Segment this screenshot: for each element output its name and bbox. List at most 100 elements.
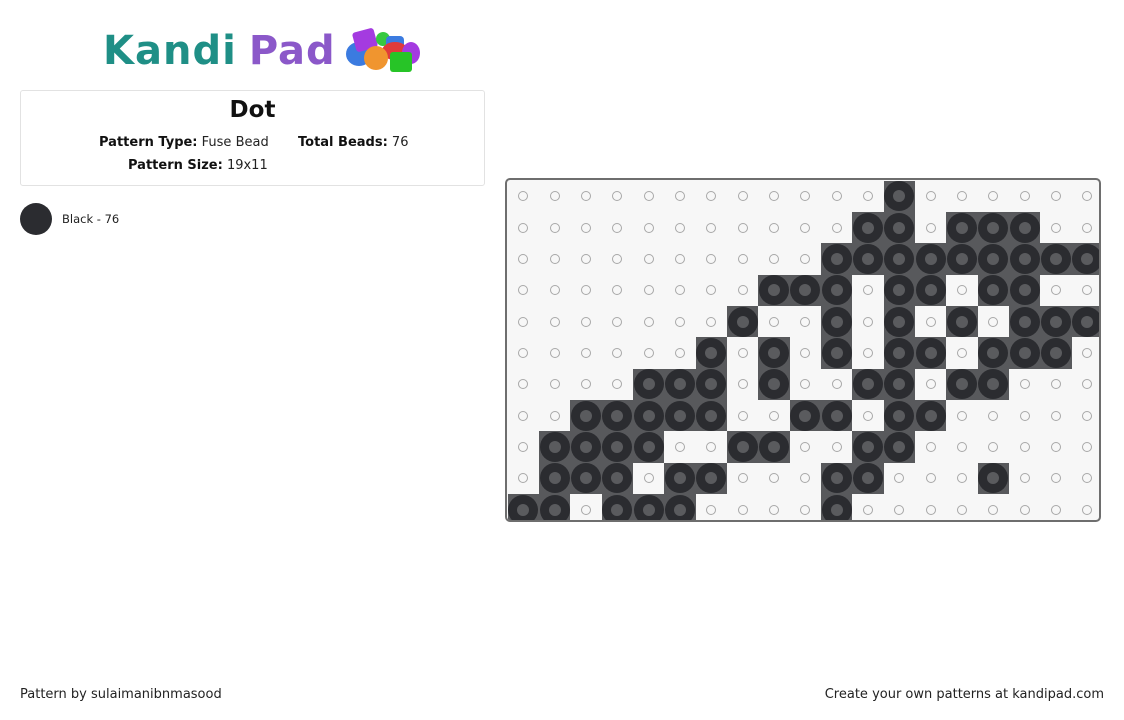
bead-cell-empty	[633, 306, 664, 337]
bead-cell-empty	[727, 181, 758, 212]
color-swatch-black	[20, 203, 52, 235]
pattern-size-value: 19x11	[226, 158, 268, 173]
empty-peg	[1082, 473, 1093, 484]
bead	[1009, 212, 1040, 243]
bead-cell-empty	[570, 181, 601, 212]
empty-peg	[800, 347, 811, 358]
bead	[758, 337, 789, 368]
empty-peg	[831, 441, 842, 452]
empty-peg	[894, 504, 905, 515]
bead	[978, 463, 1009, 494]
bead-hole	[767, 440, 780, 453]
bead-cell-empty	[664, 337, 695, 368]
empty-peg	[1051, 222, 1062, 233]
bead	[727, 431, 758, 462]
empty-peg	[643, 316, 654, 327]
bead	[947, 212, 978, 243]
empty-peg	[800, 379, 811, 390]
bead-cell-filled	[883, 243, 916, 275]
bead-hole	[705, 409, 718, 422]
bead-cell-empty	[696, 494, 727, 520]
bead	[758, 369, 789, 400]
empty-peg	[1051, 441, 1062, 452]
bead-cell-empty	[602, 181, 633, 212]
total-beads-value: 76	[391, 135, 409, 150]
bead-cell-empty	[1072, 369, 1099, 400]
bead-cell-filled	[946, 211, 978, 244]
bead-hole	[956, 221, 969, 234]
bead-cell-empty	[1072, 431, 1099, 462]
bead	[915, 243, 946, 274]
bead-cell-empty	[727, 243, 758, 274]
bead-cell-filled	[883, 431, 916, 463]
bead-cell-empty	[758, 181, 789, 212]
bead-hole	[705, 346, 718, 359]
bead-cell-empty	[508, 181, 539, 212]
bead-hole	[642, 503, 655, 516]
bead-cell-filled	[570, 462, 602, 495]
empty-peg	[1082, 441, 1093, 452]
bead-cell-empty	[664, 181, 695, 212]
empty-peg	[863, 316, 874, 327]
empty-peg	[768, 222, 779, 233]
bead-cell-filled	[601, 431, 633, 463]
bead-cell-empty	[1009, 400, 1040, 431]
bead-hole	[673, 378, 686, 391]
bead-cell-empty	[915, 181, 946, 212]
bead-cell-filled	[632, 494, 665, 520]
bead-hole	[830, 409, 843, 422]
bead-cell-empty	[539, 400, 570, 431]
bead-cell-filled	[664, 494, 696, 520]
color-legend-item: Black - 76	[20, 203, 119, 235]
empty-peg	[1082, 504, 1093, 515]
bead-hole	[956, 378, 969, 391]
bead-cell-empty	[915, 463, 946, 494]
empty-peg	[518, 222, 529, 233]
empty-peg	[612, 347, 623, 358]
empty-peg	[643, 473, 654, 484]
bead-cell-empty	[852, 306, 883, 337]
bead-cell-empty	[696, 275, 727, 306]
bead-cell-empty	[1072, 463, 1099, 494]
pattern-size: Pattern Size: 19x11	[128, 158, 268, 173]
empty-peg	[518, 316, 529, 327]
bead-cell-empty	[790, 369, 821, 400]
bead-cell-empty	[758, 400, 789, 431]
bead-cell-filled	[883, 180, 916, 212]
bead-cell-empty	[570, 494, 601, 520]
bead-cell-filled	[538, 462, 571, 495]
kandipad-logo[interactable]: Kandi Pad	[103, 26, 422, 76]
bead-cell-filled	[821, 337, 853, 369]
bead-cell-empty	[570, 275, 601, 306]
bead	[727, 306, 758, 337]
empty-peg	[706, 285, 717, 296]
empty-peg	[800, 253, 811, 264]
bead-cell-empty	[727, 369, 758, 400]
bead-cell-filled	[1040, 305, 1072, 338]
empty-peg	[957, 191, 968, 202]
empty-peg	[674, 285, 685, 296]
bead-cell-empty	[664, 306, 695, 337]
bead-cell-empty	[1040, 431, 1071, 462]
bead	[664, 494, 695, 520]
bead	[978, 337, 1009, 368]
empty-peg	[549, 222, 560, 233]
bead-cell-filled	[977, 211, 1010, 244]
bead-cell-empty	[758, 463, 789, 494]
bead-cell-empty	[602, 243, 633, 274]
bead	[947, 306, 978, 337]
pattern-author[interactable]: Pattern by sulaimanibnmasood	[20, 687, 222, 702]
empty-peg	[831, 191, 842, 202]
bead	[978, 275, 1009, 306]
kandipad-link[interactable]: Create your own patterns at kandipad.com	[825, 687, 1104, 702]
bead-cell-empty	[570, 337, 601, 368]
bead-cell-filled	[1040, 337, 1072, 369]
bead-cell-empty	[508, 243, 539, 274]
bead-cell-empty	[602, 212, 633, 243]
bead-cell-filled	[821, 274, 853, 306]
bead	[602, 463, 633, 494]
empty-peg	[1051, 504, 1062, 515]
bead-hole	[579, 440, 592, 453]
bead-cell-filled	[726, 305, 759, 338]
bead-hole	[893, 221, 906, 234]
